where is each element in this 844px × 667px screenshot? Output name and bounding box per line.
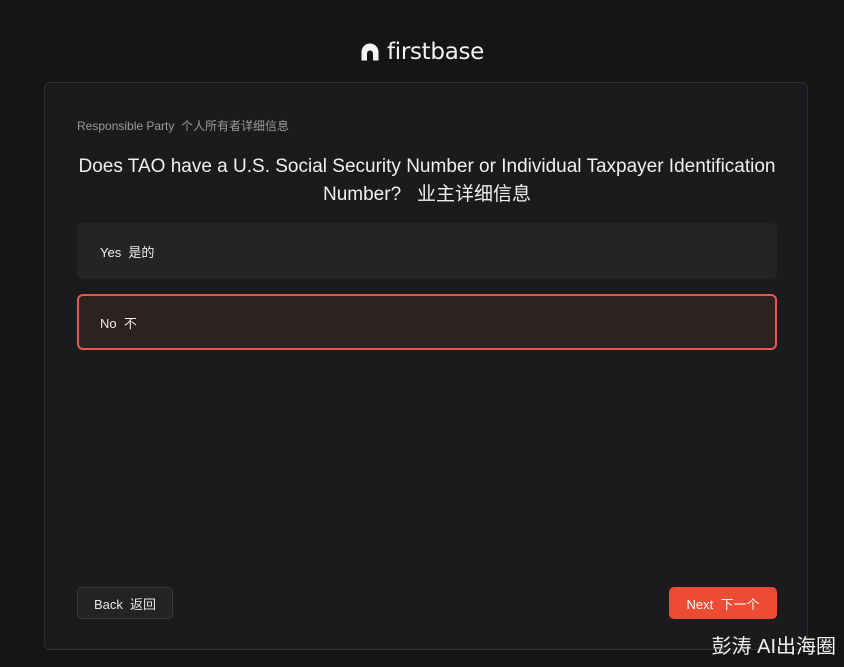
option-no[interactable]: No 不: [77, 294, 777, 350]
brand-name: firstbase: [386, 39, 485, 65]
firstbase-logo-icon: [361, 43, 379, 61]
option-yes[interactable]: Yes 是的: [77, 223, 777, 279]
option-yes-label: Yes 是的: [100, 244, 155, 260]
next-button[interactable]: Next 下一个: [669, 587, 777, 619]
brand-logo: firstbase: [0, 38, 844, 66]
watermark-text: 彭涛 AI出海圈: [711, 636, 836, 658]
section-eyebrow: Responsible Party 个人所有者详细信息: [77, 119, 290, 133]
back-button[interactable]: Back 返回: [77, 587, 173, 619]
option-no-label: No 不: [100, 315, 137, 331]
question-title: Does TAO have a U.S. Social Security Num…: [78, 156, 781, 205]
question-card: Responsible Party 个人所有者详细信息 Does TAO hav…: [44, 82, 808, 650]
